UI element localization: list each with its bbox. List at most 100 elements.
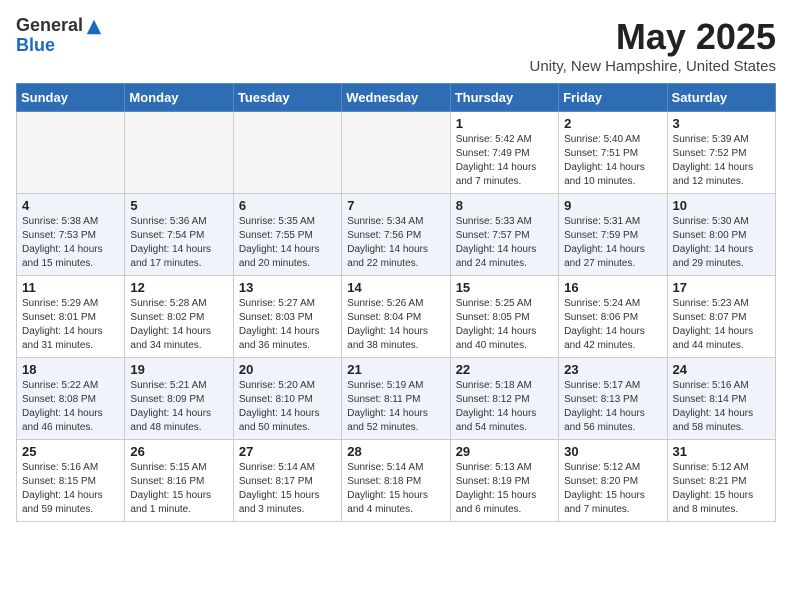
- day-info: Sunrise: 5:21 AM Sunset: 8:09 PM Dayligh…: [130, 379, 227, 435]
- day-number: 28: [347, 444, 444, 459]
- day-info: Sunrise: 5:17 AM Sunset: 8:13 PM Dayligh…: [564, 379, 661, 435]
- day-info: Sunrise: 5:39 AM Sunset: 7:52 PM Dayligh…: [673, 133, 770, 189]
- day-info: Sunrise: 5:19 AM Sunset: 8:11 PM Dayligh…: [347, 379, 444, 435]
- weekday-header-wednesday: Wednesday: [342, 84, 450, 112]
- day-info: Sunrise: 5:26 AM Sunset: 8:04 PM Dayligh…: [347, 297, 444, 353]
- calendar-cell: 14 Sunrise: 5:26 AM Sunset: 8:04 PM Dayli…: [342, 276, 450, 358]
- day-info: Sunrise: 5:33 AM Sunset: 7:57 PM Dayligh…: [456, 215, 553, 271]
- day-number: 8: [456, 198, 553, 213]
- calendar-cell: 5 Sunrise: 5:36 AM Sunset: 7:54 PM Daylig…: [125, 194, 233, 276]
- calendar-cell: 15 Sunrise: 5:25 AM Sunset: 8:05 PM Dayli…: [450, 276, 558, 358]
- day-info: Sunrise: 5:13 AM Sunset: 8:19 PM Dayligh…: [456, 461, 553, 517]
- week-row-2: 4 Sunrise: 5:38 AM Sunset: 7:53 PM Daylig…: [17, 194, 776, 276]
- calendar-cell: 22 Sunrise: 5:18 AM Sunset: 8:12 PM Dayli…: [450, 358, 558, 440]
- calendar-cell: 6Sunrise: 5:35 AM Sunset: 7:55 PM Daylig…: [233, 194, 341, 276]
- day-number: 1: [456, 116, 553, 131]
- day-info: Sunrise: 5:27 AM Sunset: 8:03 PM Dayligh…: [239, 297, 336, 353]
- day-number: 9: [564, 198, 661, 213]
- calendar-cell: [342, 112, 450, 194]
- weekday-header-friday: Friday: [559, 84, 667, 112]
- logo-icon: [85, 18, 103, 36]
- day-info: Sunrise: 5:14 AM Sunset: 8:17 PM Dayligh…: [239, 461, 336, 517]
- day-number: 19: [130, 362, 227, 377]
- day-info: Sunrise: 5:22 AM Sunset: 8:08 PM Dayligh…: [22, 379, 119, 435]
- calendar-cell: 29 Sunrise: 5:13 AM Sunset: 8:19 PM Dayli…: [450, 440, 558, 522]
- day-number: 5: [130, 198, 227, 213]
- calendar-cell: 30 Sunrise: 5:12 AM Sunset: 8:20 PM Dayli…: [559, 440, 667, 522]
- day-info: Sunrise: 5:30 AM Sunset: 8:00 PM Dayligh…: [673, 215, 770, 271]
- calendar-cell: 7 Sunrise: 5:34 AM Sunset: 7:56 PM Daylig…: [342, 194, 450, 276]
- calendar-cell: 3 Sunrise: 5:39 AM Sunset: 7:52 PM Daylig…: [667, 112, 775, 194]
- day-info: Sunrise: 5:36 AM Sunset: 7:54 PM Dayligh…: [130, 215, 227, 271]
- day-number: 21: [347, 362, 444, 377]
- day-info: Sunrise: 5:24 AM Sunset: 8:06 PM Dayligh…: [564, 297, 661, 353]
- day-info: Sunrise: 5:18 AM Sunset: 8:12 PM Dayligh…: [456, 379, 553, 435]
- day-number: 26: [130, 444, 227, 459]
- week-row-1: 1Sunrise: 5:42 AM Sunset: 7:49 PM Daylig…: [17, 112, 776, 194]
- day-number: 13: [239, 280, 336, 295]
- day-number: 30: [564, 444, 661, 459]
- day-info: Sunrise: 5:40 AM Sunset: 7:51 PM Dayligh…: [564, 133, 661, 189]
- calendar-cell: 25 Sunrise: 5:16 AM Sunset: 8:15 PM Dayli…: [17, 440, 125, 522]
- day-number: 27: [239, 444, 336, 459]
- day-info: Sunrise: 5:15 AM Sunset: 8:16 PM Dayligh…: [130, 461, 227, 517]
- day-number: 22: [456, 362, 553, 377]
- day-info: Sunrise: 5:14 AM Sunset: 8:18 PM Dayligh…: [347, 461, 444, 517]
- day-number: 23: [564, 362, 661, 377]
- day-info: Sunrise: 5:34 AM Sunset: 7:56 PM Dayligh…: [347, 215, 444, 271]
- calendar-cell: 12Sunrise: 5:28 AM Sunset: 8:02 PM Dayli…: [125, 276, 233, 358]
- day-number: 12: [130, 280, 227, 295]
- weekday-header-tuesday: Tuesday: [233, 84, 341, 112]
- calendar-cell: 8 Sunrise: 5:33 AM Sunset: 7:57 PM Daylig…: [450, 194, 558, 276]
- day-number: 10: [673, 198, 770, 213]
- calendar-cell: 1Sunrise: 5:42 AM Sunset: 7:49 PM Daylig…: [450, 112, 558, 194]
- subtitle: Unity, New Hampshire, United States: [530, 58, 776, 75]
- calendar-cell: 31Sunrise: 5:12 AM Sunset: 8:21 PM Dayli…: [667, 440, 775, 522]
- day-number: 25: [22, 444, 119, 459]
- month-title: May 2025: [530, 16, 776, 58]
- calendar-cell: [233, 112, 341, 194]
- calendar-cell: [17, 112, 125, 194]
- day-info: Sunrise: 5:31 AM Sunset: 7:59 PM Dayligh…: [564, 215, 661, 271]
- calendar-cell: 23 Sunrise: 5:17 AM Sunset: 8:13 PM Dayli…: [559, 358, 667, 440]
- weekday-header-row: SundayMondayTuesdayWednesdayThursdayFrid…: [17, 84, 776, 112]
- day-number: 15: [456, 280, 553, 295]
- weekday-header-saturday: Saturday: [667, 84, 775, 112]
- logo-blue: Blue: [16, 36, 83, 56]
- day-number: 7: [347, 198, 444, 213]
- day-info: Sunrise: 5:16 AM Sunset: 8:15 PM Dayligh…: [22, 461, 119, 517]
- day-info: Sunrise: 5:25 AM Sunset: 8:05 PM Dayligh…: [456, 297, 553, 353]
- calendar-cell: 17 Sunrise: 5:23 AM Sunset: 8:07 PM Dayli…: [667, 276, 775, 358]
- day-number: 17: [673, 280, 770, 295]
- day-number: 16: [564, 280, 661, 295]
- logo-text: General Blue: [16, 16, 83, 56]
- day-info: Sunrise: 5:29 AM Sunset: 8:01 PM Dayligh…: [22, 297, 119, 353]
- day-info: Sunrise: 5:12 AM Sunset: 8:21 PM Dayligh…: [673, 461, 770, 517]
- day-number: 2: [564, 116, 661, 131]
- day-number: 14: [347, 280, 444, 295]
- day-info: Sunrise: 5:23 AM Sunset: 8:07 PM Dayligh…: [673, 297, 770, 353]
- calendar-cell: 26 Sunrise: 5:15 AM Sunset: 8:16 PM Dayli…: [125, 440, 233, 522]
- calendar-cell: 11Sunrise: 5:29 AM Sunset: 8:01 PM Dayli…: [17, 276, 125, 358]
- title-area: May 2025 Unity, New Hampshire, United St…: [530, 16, 776, 75]
- day-number: 18: [22, 362, 119, 377]
- calendar-cell: 16 Sunrise: 5:24 AM Sunset: 8:06 PM Dayli…: [559, 276, 667, 358]
- weekday-header-thursday: Thursday: [450, 84, 558, 112]
- day-info: Sunrise: 5:35 AM Sunset: 7:55 PM Dayligh…: [239, 215, 336, 271]
- day-number: 29: [456, 444, 553, 459]
- header: General Blue May 2025 Unity, New Hampshi…: [16, 16, 776, 75]
- day-number: 4: [22, 198, 119, 213]
- calendar-cell: 4 Sunrise: 5:38 AM Sunset: 7:53 PM Daylig…: [17, 194, 125, 276]
- calendar-cell: 13 Sunrise: 5:27 AM Sunset: 8:03 PM Dayli…: [233, 276, 341, 358]
- calendar-cell: 10 Sunrise: 5:30 AM Sunset: 8:00 PM Dayli…: [667, 194, 775, 276]
- weekday-header-sunday: Sunday: [17, 84, 125, 112]
- day-number: 3: [673, 116, 770, 131]
- calendar-cell: 21 Sunrise: 5:19 AM Sunset: 8:11 PM Dayli…: [342, 358, 450, 440]
- day-info: Sunrise: 5:16 AM Sunset: 8:14 PM Dayligh…: [673, 379, 770, 435]
- day-info: Sunrise: 5:12 AM Sunset: 8:20 PM Dayligh…: [564, 461, 661, 517]
- logo: General Blue: [16, 16, 103, 56]
- calendar: SundayMondayTuesdayWednesdayThursdayFrid…: [16, 83, 776, 522]
- calendar-cell: [125, 112, 233, 194]
- calendar-cell: 20Sunrise: 5:20 AM Sunset: 8:10 PM Dayli…: [233, 358, 341, 440]
- day-info: Sunrise: 5:38 AM Sunset: 7:53 PM Dayligh…: [22, 215, 119, 271]
